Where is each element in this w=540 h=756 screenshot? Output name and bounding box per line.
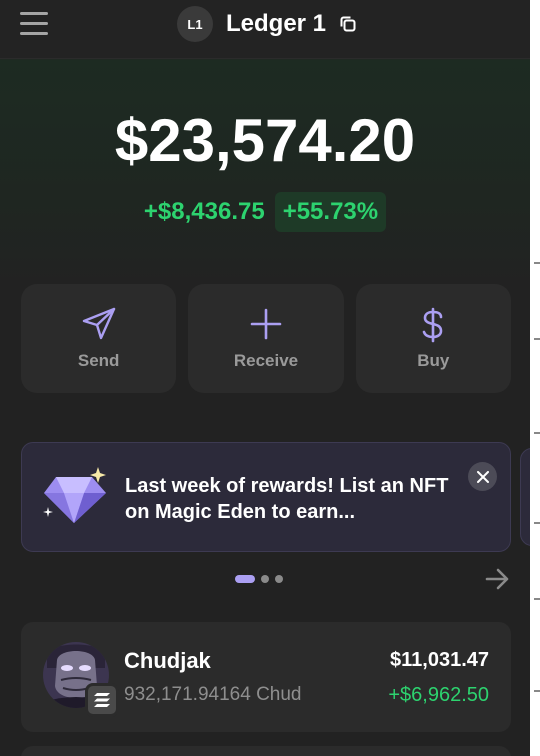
action-buttons: Send Receive Buy	[21, 284, 511, 393]
banner-text: Last week of rewards! List an NFT on Mag…	[125, 475, 449, 523]
send-icon	[82, 307, 115, 340]
account-badge: L1	[177, 6, 213, 42]
wallet-screen: L1 Ledger 1 $23,574.20 +$8,436.75 +55.73…	[0, 0, 530, 756]
background-window-edge	[530, 0, 540, 756]
account-name: Ledger 1	[226, 10, 327, 37]
solana-logo	[94, 693, 110, 707]
buy-label: Buy	[417, 351, 450, 370]
token-row[interactable]: Chudjak 932,171.94164 Chud $11,031.47 +$…	[21, 622, 511, 732]
send-label: Send	[77, 351, 120, 370]
token-name: Chudjak	[124, 648, 211, 673]
receive-button[interactable]: Receive	[188, 284, 344, 393]
solana-icon	[85, 683, 119, 717]
send-button[interactable]: Send	[21, 284, 177, 393]
account-selector[interactable]: L1 Ledger 1	[177, 6, 358, 42]
total-balance: $23,574.20	[114, 107, 416, 174]
dollar-icon	[423, 307, 443, 343]
carousel-dot[interactable]	[275, 575, 283, 583]
top-bar: L1 Ledger 1	[0, 0, 530, 59]
token-amount: 932,171.94164 Chud	[124, 684, 302, 705]
gem-icon	[43, 467, 106, 523]
buy-button[interactable]: Buy	[355, 284, 511, 393]
close-icon	[476, 470, 489, 483]
arrow-right-icon[interactable]	[485, 567, 511, 591]
change-percent-badge: +55.73%	[274, 192, 387, 232]
carousel-dot[interactable]	[261, 575, 269, 583]
plus-icon	[250, 308, 282, 340]
token-row[interactable]	[21, 746, 511, 756]
copy-icon[interactable]	[338, 14, 358, 34]
carousel-dot-active[interactable]	[235, 575, 255, 583]
token-change: +$6,962.50	[388, 684, 489, 706]
balance-change: +$8,436.75 +55.73%	[0, 192, 530, 232]
promo-banner[interactable]: Last week of rewards! List an NFT on Mag…	[21, 442, 511, 552]
next-banner-card[interactable]	[520, 448, 530, 546]
change-value: +$8,436.75	[143, 198, 265, 225]
carousel-indicator	[235, 575, 283, 583]
hamburger-menu-icon[interactable]	[20, 12, 48, 36]
close-banner-button[interactable]	[468, 462, 497, 491]
token-value: $11,031.47	[390, 649, 489, 671]
receive-label: Receive	[233, 351, 299, 370]
